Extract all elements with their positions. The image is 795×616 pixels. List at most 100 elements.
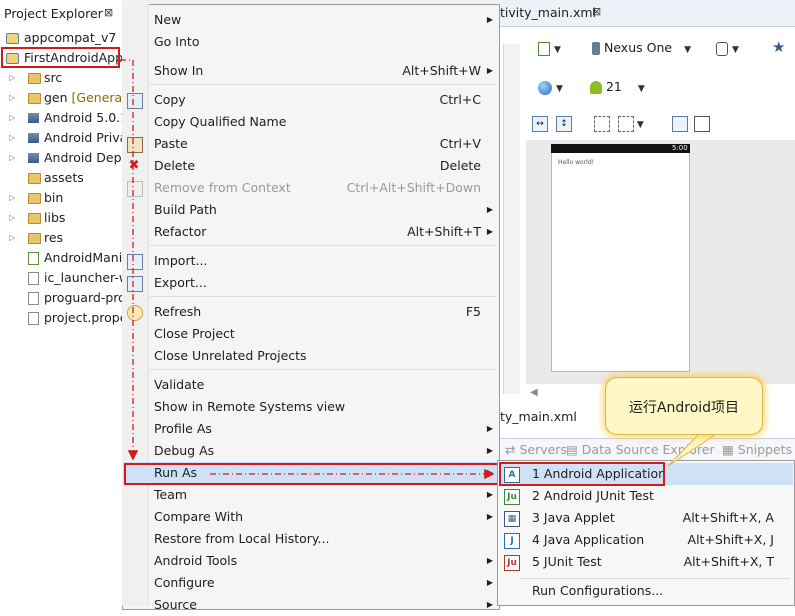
tree-item[interactable]: ▷ bin [0, 188, 120, 208]
tree-item[interactable]: ▷ gen [Generate [0, 88, 135, 108]
editor-bottom-tab[interactable]: ty_main.xml [500, 409, 577, 424]
layout-config-icon[interactable]: ▼ [538, 38, 561, 58]
palette-scrollbar[interactable] [503, 44, 520, 394]
menu-item-new[interactable]: New ▶ [123, 9, 499, 31]
menu-item-debug-as[interactable]: Debug As ▶ [123, 440, 499, 462]
theme-star-icon[interactable]: ★ [772, 37, 785, 57]
menu-item-validate[interactable]: Validate [123, 374, 499, 396]
expand-twisty-icon[interactable]: ▷ [9, 208, 17, 228]
close-icon[interactable]: ⊠ [104, 6, 113, 19]
editor-tab-close-icon[interactable]: ⊠ [592, 5, 601, 18]
run-as-item-3-java-applet[interactable]: ▦ 3 Java Applet Alt+Shift+X, A [499, 507, 793, 529]
grid-icon[interactable] [594, 113, 610, 133]
run-as-item-5-junit-test[interactable]: Ju 5 JUnit Test Alt+Shift+X, T [499, 551, 793, 573]
run-as-item-4-java-application[interactable]: J 4 Java Application Alt+Shift+X, J [499, 529, 793, 551]
menu-item-label: Source [154, 597, 197, 612]
file-icon [28, 292, 39, 305]
project-explorer-tab[interactable]: Project Explorer ⊠ [0, 4, 118, 24]
submenu-arrow-icon: ▶ [486, 424, 493, 433]
api-level-selector[interactable]: 21 ▼ [590, 77, 645, 97]
expand-twisty-icon[interactable]: ▷ [9, 148, 17, 168]
layout-toolbar-top: ▼ Nexus One ▼ ▼ ★ [526, 34, 795, 62]
menu-item-label: Debug As [154, 443, 215, 458]
submenu-arrow-icon: ▶ [486, 205, 493, 214]
tree-item[interactable]: project.prope [0, 308, 127, 328]
menu-item-refresh[interactable]: Refresh F5 [123, 301, 499, 323]
export-icon [127, 276, 143, 292]
rotate-icon[interactable]: ▼ [716, 38, 739, 58]
menu-item-configure[interactable]: Configure ▶ [123, 572, 499, 594]
editor-tab-activity-main[interactable]: tivity_main.xml [500, 5, 596, 20]
snippets-icon: ▦ [722, 442, 738, 457]
menu-item-label: Show In [154, 63, 204, 78]
menu-item-team[interactable]: Team ▶ [123, 484, 499, 506]
expand-twisty-icon[interactable]: ▷ [9, 88, 17, 108]
tree-item[interactable]: ▷ Android Priva [0, 128, 127, 148]
zoom-options-icon[interactable]: ▼ [618, 113, 644, 133]
fit-height-icon[interactable]: ↕ [556, 113, 572, 133]
menu-item-close-unrelated-projects[interactable]: Close Unrelated Projects [123, 345, 499, 367]
tree-item[interactable]: appcompat_v7 [0, 28, 120, 48]
submenu-arrow-icon: ▶ [486, 490, 493, 499]
junit-icon: Ju [504, 489, 520, 505]
locale-selector[interactable]: ▼ [538, 77, 563, 97]
menu-item-show-in-remote-systems-view[interactable]: Show in Remote Systems view [123, 396, 499, 418]
tab-snippets[interactable]: ▦ Snippets [722, 442, 792, 457]
layout-left-icon[interactable] [672, 113, 688, 133]
tree-item-label: proguard-pro [44, 290, 126, 305]
menu-item-paste[interactable]: Paste Ctrl+V [123, 133, 499, 155]
expand-twisty-icon[interactable]: ▷ [9, 108, 17, 128]
tree-item[interactable]: AndroidMani [0, 248, 122, 268]
menu-item-source[interactable]: Source ▶ [123, 594, 499, 616]
menu-item-go-into[interactable]: Go Into [123, 31, 499, 53]
device-selector[interactable]: Nexus One ▼ [592, 38, 691, 58]
menu-item-android-tools[interactable]: Android Tools ▶ [123, 550, 499, 572]
submenu-arrow-icon: ▶ [486, 578, 493, 587]
tab-data-source-explorer[interactable]: ▤ Data Source Explorer [566, 442, 715, 457]
run-as-item-2-android-junit-test[interactable]: Ju 2 Android JUnit Test [499, 485, 793, 507]
tab-servers[interactable]: ⇄ Servers [505, 442, 567, 457]
folder-icon [28, 93, 41, 104]
menu-item-close-project[interactable]: Close Project [123, 323, 499, 345]
menu-item-label: Refresh [154, 304, 202, 319]
submenu-arrow-icon: ▶ [486, 227, 493, 236]
menu-item-import[interactable]: Import... [123, 250, 499, 272]
scroll-left-icon[interactable]: ◀ [530, 387, 538, 398]
menu-item-delete[interactable]: ✖ Delete Delete [123, 155, 499, 177]
tree-item-label: assets [44, 170, 84, 185]
tree-item[interactable]: ▷ Android 5.0.1 [0, 108, 128, 128]
menu-item-copy[interactable]: Copy Ctrl+C [123, 89, 499, 111]
expand-twisty-icon[interactable]: ▷ [9, 68, 17, 88]
tree-item[interactable]: assets [0, 168, 120, 188]
tree-item[interactable]: ▷ src [0, 68, 120, 88]
tree-item[interactable]: ▷ libs [0, 208, 120, 228]
layout-right-icon[interactable] [694, 113, 710, 133]
menu-item-copy-qualified-name[interactable]: Copy Qualified Name [123, 111, 499, 133]
menu-item-build-path[interactable]: Build Path ▶ [123, 199, 499, 221]
fit-width-icon[interactable]: ↔ [532, 113, 548, 133]
menu-item-export[interactable]: Export... [123, 272, 499, 294]
tree-item-label: Android Priva [44, 130, 128, 145]
menu-item-show-in[interactable]: Show In Alt+Shift+W ▶ [123, 60, 499, 82]
menu-item-remove-from-context: Remove from Context Ctrl+Alt+Shift+Down [123, 177, 499, 199]
expand-twisty-icon[interactable]: ▷ [9, 128, 17, 148]
menu-item-profile-as[interactable]: Profile As ▶ [123, 418, 499, 440]
menu-item-compare-with[interactable]: Compare With ▶ [123, 506, 499, 528]
menu-item-label: Refactor [154, 224, 207, 239]
paste-icon [127, 137, 143, 153]
tree-item[interactable]: proguard-pro [0, 288, 126, 308]
menu-separator [150, 296, 496, 297]
menu-item-restore-from-local-history[interactable]: Restore from Local History... [123, 528, 499, 550]
run-as-item-run-configurations[interactable]: Run Configurations... [499, 580, 793, 602]
menu-item-refactor[interactable]: Refactor Alt+Shift+T ▶ [123, 221, 499, 243]
menu-item-label: Remove from Context [154, 180, 291, 195]
tree-item[interactable]: ▷ res [0, 228, 120, 248]
tree-item[interactable]: ic_launcher-w [0, 268, 129, 288]
menu-item-label: Validate [154, 377, 205, 392]
menu-item-label: Paste [154, 136, 188, 151]
tree-item[interactable]: ▷ Android Depe [0, 148, 129, 168]
expand-twisty-icon[interactable]: ▷ [9, 228, 17, 248]
expand-twisty-icon[interactable]: ▷ [9, 188, 17, 208]
folder-icon [28, 233, 41, 244]
submenu-arrow-icon: ▶ [486, 66, 493, 75]
